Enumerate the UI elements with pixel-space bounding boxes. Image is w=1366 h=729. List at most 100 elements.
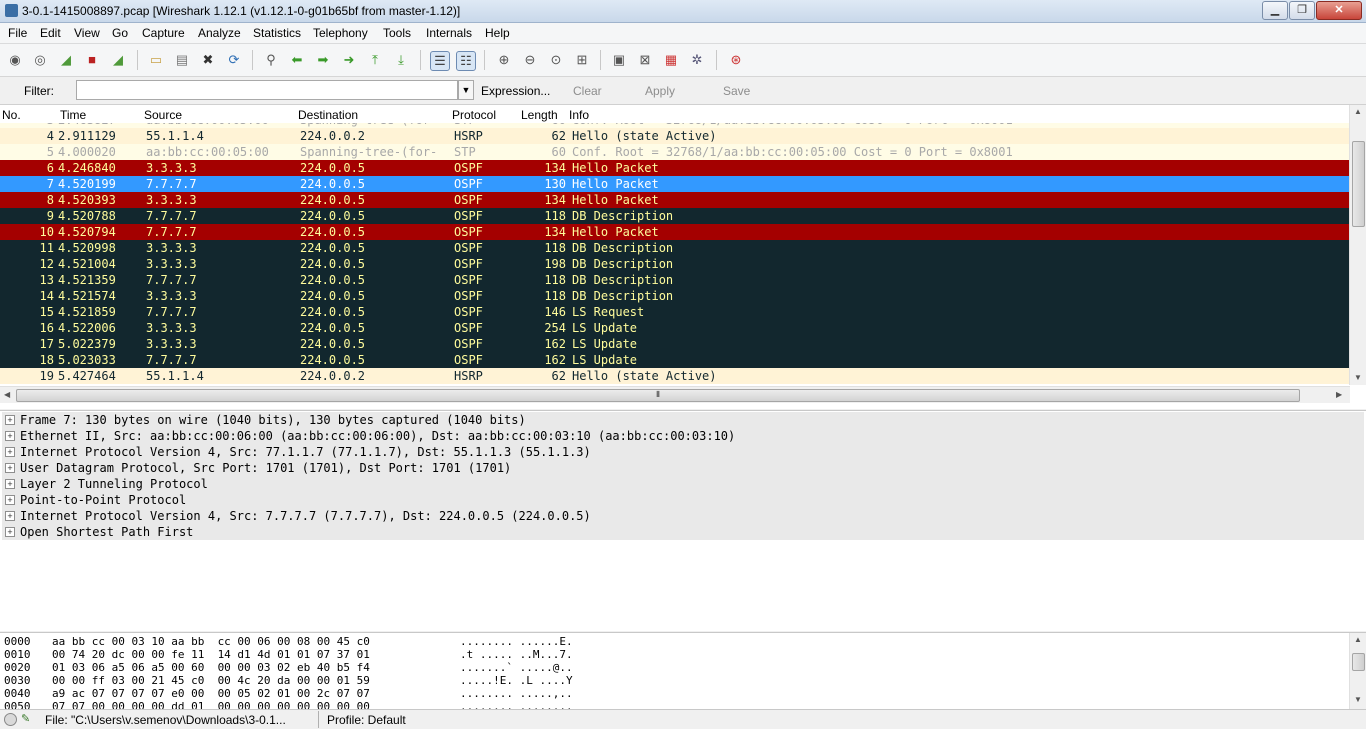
go-last-icon[interactable]: ⤓ xyxy=(392,51,410,69)
hex-bytes[interactable]: 00 00 ff 03 00 21 45 c0 00 4c 20 da 00 0… xyxy=(52,674,370,687)
menu-analyze[interactable]: Analyze xyxy=(198,26,241,40)
column-no[interactable]: No. xyxy=(2,108,21,122)
menu-go[interactable]: Go xyxy=(112,26,128,40)
zoom-in-icon[interactable]: ⊕ xyxy=(495,51,513,69)
hex-ascii[interactable]: ........ .....,.. xyxy=(460,687,573,700)
menu-file[interactable]: File xyxy=(8,26,27,40)
expand-icon[interactable]: + xyxy=(5,527,15,537)
reload-icon[interactable]: ⟳ xyxy=(225,51,243,69)
packet-row[interactable]: 10 4.520794 7.7.7.7 224.0.0.5 OSPF 134 Hello P… xyxy=(0,224,1350,240)
detail-tree-item[interactable]: + Internet Protocol Version 4, Src: 77.1.… xyxy=(2,444,1364,460)
interfaces-icon[interactable]: ◉ xyxy=(6,51,24,69)
packet-row[interactable]: 17 5.022379 3.3.3.3 224.0.0.5 OSPF 162 LS Upda… xyxy=(0,336,1350,352)
stop-capture-icon[interactable]: ■ xyxy=(83,51,101,69)
display-filters-icon[interactable]: ⊠ xyxy=(636,51,654,69)
scroll-down-icon[interactable]: ▼ xyxy=(1354,695,1362,704)
go-first-icon[interactable]: ⤒ xyxy=(366,51,384,69)
hex-offset[interactable]: 0010 xyxy=(4,648,31,661)
detail-tree-item[interactable]: + Frame 7: 130 bytes on wire (1040 bits),… xyxy=(2,412,1364,428)
hex-offset[interactable]: 0050 xyxy=(4,700,31,709)
menu-edit[interactable]: Edit xyxy=(40,26,61,40)
menu-help[interactable]: Help xyxy=(485,26,510,40)
open-file-icon[interactable]: ▭ xyxy=(147,51,165,69)
detail-tree-item[interactable]: + User Datagram Protocol, Src Port: 1701 … xyxy=(2,460,1364,476)
hex-ascii[interactable]: .....!E. .L ....Y xyxy=(460,674,573,687)
packet-row[interactable]: 8 4.520393 3.3.3.3 224.0.0.5 OSPF 134 Hello Pa… xyxy=(0,192,1350,208)
close-button[interactable]: ✕ xyxy=(1316,1,1362,20)
expand-icon[interactable]: + xyxy=(5,511,15,521)
go-forward-icon[interactable]: ➡ xyxy=(314,51,332,69)
find-packet-icon[interactable]: ⚲ xyxy=(262,51,280,69)
scroll-left-icon[interactable]: ◀ xyxy=(4,390,10,399)
packet-row[interactable]: 15 4.521859 7.7.7.7 224.0.0.5 OSPF 146 LS Requ… xyxy=(0,304,1350,320)
packet-row[interactable]: 5 4.000020 aa:bb:cc:00:05:00 Spanning-tree-… xyxy=(0,144,1350,160)
minimize-button[interactable]: ▁ xyxy=(1262,1,1288,20)
filter-dropdown-icon[interactable]: ▼ xyxy=(458,80,474,100)
packet-row[interactable]: 13 4.521359 7.7.7.7 224.0.0.5 OSPF 118 DB Desc… xyxy=(0,272,1350,288)
hex-ascii[interactable]: ........ ......E. xyxy=(460,635,573,648)
hex-offset[interactable]: 0040 xyxy=(4,687,31,700)
save-file-icon[interactable]: ▤ xyxy=(173,51,191,69)
column-info[interactable]: Info xyxy=(569,108,589,122)
expand-icon[interactable]: + xyxy=(5,479,15,489)
colorize-icon[interactable]: ☰ xyxy=(430,51,450,71)
scroll-right-icon[interactable]: ▶ xyxy=(1336,390,1342,399)
scroll-up-icon[interactable]: ▲ xyxy=(1354,635,1362,644)
hex-bytes[interactable]: a9 ac 07 07 07 07 e0 00 00 05 02 01 00 2… xyxy=(52,687,370,700)
column-protocol[interactable]: Protocol xyxy=(452,108,496,122)
restart-capture-icon[interactable]: ◢ xyxy=(109,51,127,69)
hex-bytes[interactable]: aa bb cc 00 03 10 aa bb cc 00 06 00 08 0… xyxy=(52,635,370,648)
packet-row[interactable]: 12 4.521004 3.3.3.3 224.0.0.5 OSPF 198 DB Desc… xyxy=(0,256,1350,272)
start-capture-icon[interactable]: ◢ xyxy=(57,51,75,69)
coloring-rules-icon[interactable]: ▦ xyxy=(662,51,680,69)
packet-row[interactable]: 9 4.520788 7.7.7.7 224.0.0.5 OSPF 118 DB Descr… xyxy=(0,208,1350,224)
help-icon[interactable]: ⊛ xyxy=(727,51,745,69)
zoom-normal-icon[interactable]: ⊙ xyxy=(547,51,565,69)
go-to-packet-icon[interactable]: ➜ xyxy=(340,51,358,69)
packet-row-selected[interactable]: 7 4.520199 7.7.7.7 224.0.0.5 OSPF 130 Hello Pa… xyxy=(0,176,1350,192)
hex-offset[interactable]: 0030 xyxy=(4,674,31,687)
menu-capture[interactable]: Capture xyxy=(142,26,185,40)
apply-button[interactable]: Apply xyxy=(645,84,675,98)
packet-list-hscrollbar[interactable]: ◀ ⦀ ▶ xyxy=(0,386,1350,403)
detail-tree-item[interactable]: + Ethernet II, Src: aa:bb:cc:00:06:00 (aa… xyxy=(2,428,1364,444)
scroll-down-icon[interactable]: ▼ xyxy=(1354,373,1362,382)
save-filter-button[interactable]: Save xyxy=(723,84,750,98)
expand-icon[interactable]: + xyxy=(5,415,15,425)
close-file-icon[interactable]: ✖ xyxy=(199,51,217,69)
column-source[interactable]: Source xyxy=(144,108,182,122)
menu-view[interactable]: View xyxy=(74,26,100,40)
capture-options-icon[interactable]: ◎ xyxy=(31,51,49,69)
hex-offset[interactable]: 0020 xyxy=(4,661,31,674)
column-time[interactable]: Time xyxy=(60,108,86,122)
hex-bytes[interactable]: 01 03 06 a5 06 a5 00 60 00 00 03 02 eb 4… xyxy=(52,661,370,674)
capture-filters-icon[interactable]: ▣ xyxy=(610,51,628,69)
auto-scroll-icon[interactable]: ☷ xyxy=(456,51,476,71)
packet-row[interactable]: 19 5.427464 55.1.1.4 224.0.0.2 HSRP 62 Hello (… xyxy=(0,368,1350,384)
expand-icon[interactable]: + xyxy=(5,431,15,441)
capture-comment-icon[interactable]: ✎ xyxy=(21,712,35,726)
go-back-icon[interactable]: ⬅ xyxy=(288,51,306,69)
scroll-thumb[interactable] xyxy=(1352,653,1365,671)
packet-row[interactable]: 4 2.911129 55.1.1.4 224.0.0.2 HSRP 62 Hello (s… xyxy=(0,128,1350,144)
detail-tree-item[interactable]: + Open Shortest Path First xyxy=(2,524,1364,540)
packet-list-scrollbar[interactable]: ▲ ▼ xyxy=(1349,105,1366,385)
packet-row[interactable]: 11 4.520998 3.3.3.3 224.0.0.5 OSPF 118 DB Desc… xyxy=(0,240,1350,256)
menu-internals[interactable]: Internals xyxy=(426,26,472,40)
status-profile[interactable]: Profile: Default xyxy=(327,713,406,727)
resize-columns-icon[interactable]: ⊞ xyxy=(573,51,591,69)
hex-bytes[interactable]: 07 07 00 00 00 00 dd 01 00 00 00 00 00 0… xyxy=(52,700,370,709)
detail-tree-item[interactable]: + Point-to-Point Protocol xyxy=(2,492,1364,508)
detail-tree-item[interactable]: + Internet Protocol Version 4, Src: 7.7.7… xyxy=(2,508,1364,524)
expand-icon[interactable]: + xyxy=(5,495,15,505)
packet-row[interactable]: 14 4.521574 3.3.3.3 224.0.0.5 OSPF 118 DB Desc… xyxy=(0,288,1350,304)
expert-info-icon[interactable] xyxy=(4,713,17,726)
scroll-thumb[interactable] xyxy=(1352,141,1365,227)
hex-ascii[interactable]: .......` .....@.. xyxy=(460,661,573,674)
menu-tools[interactable]: Tools xyxy=(383,26,411,40)
packet-row[interactable]: 16 4.522006 3.3.3.3 224.0.0.5 OSPF 254 LS Upda… xyxy=(0,320,1350,336)
menu-telephony[interactable]: Telephony xyxy=(313,26,368,40)
column-destination[interactable]: Destination xyxy=(298,108,358,122)
filter-input[interactable] xyxy=(76,80,458,100)
detail-tree-item[interactable]: + Layer 2 Tunneling Protocol xyxy=(2,476,1364,492)
